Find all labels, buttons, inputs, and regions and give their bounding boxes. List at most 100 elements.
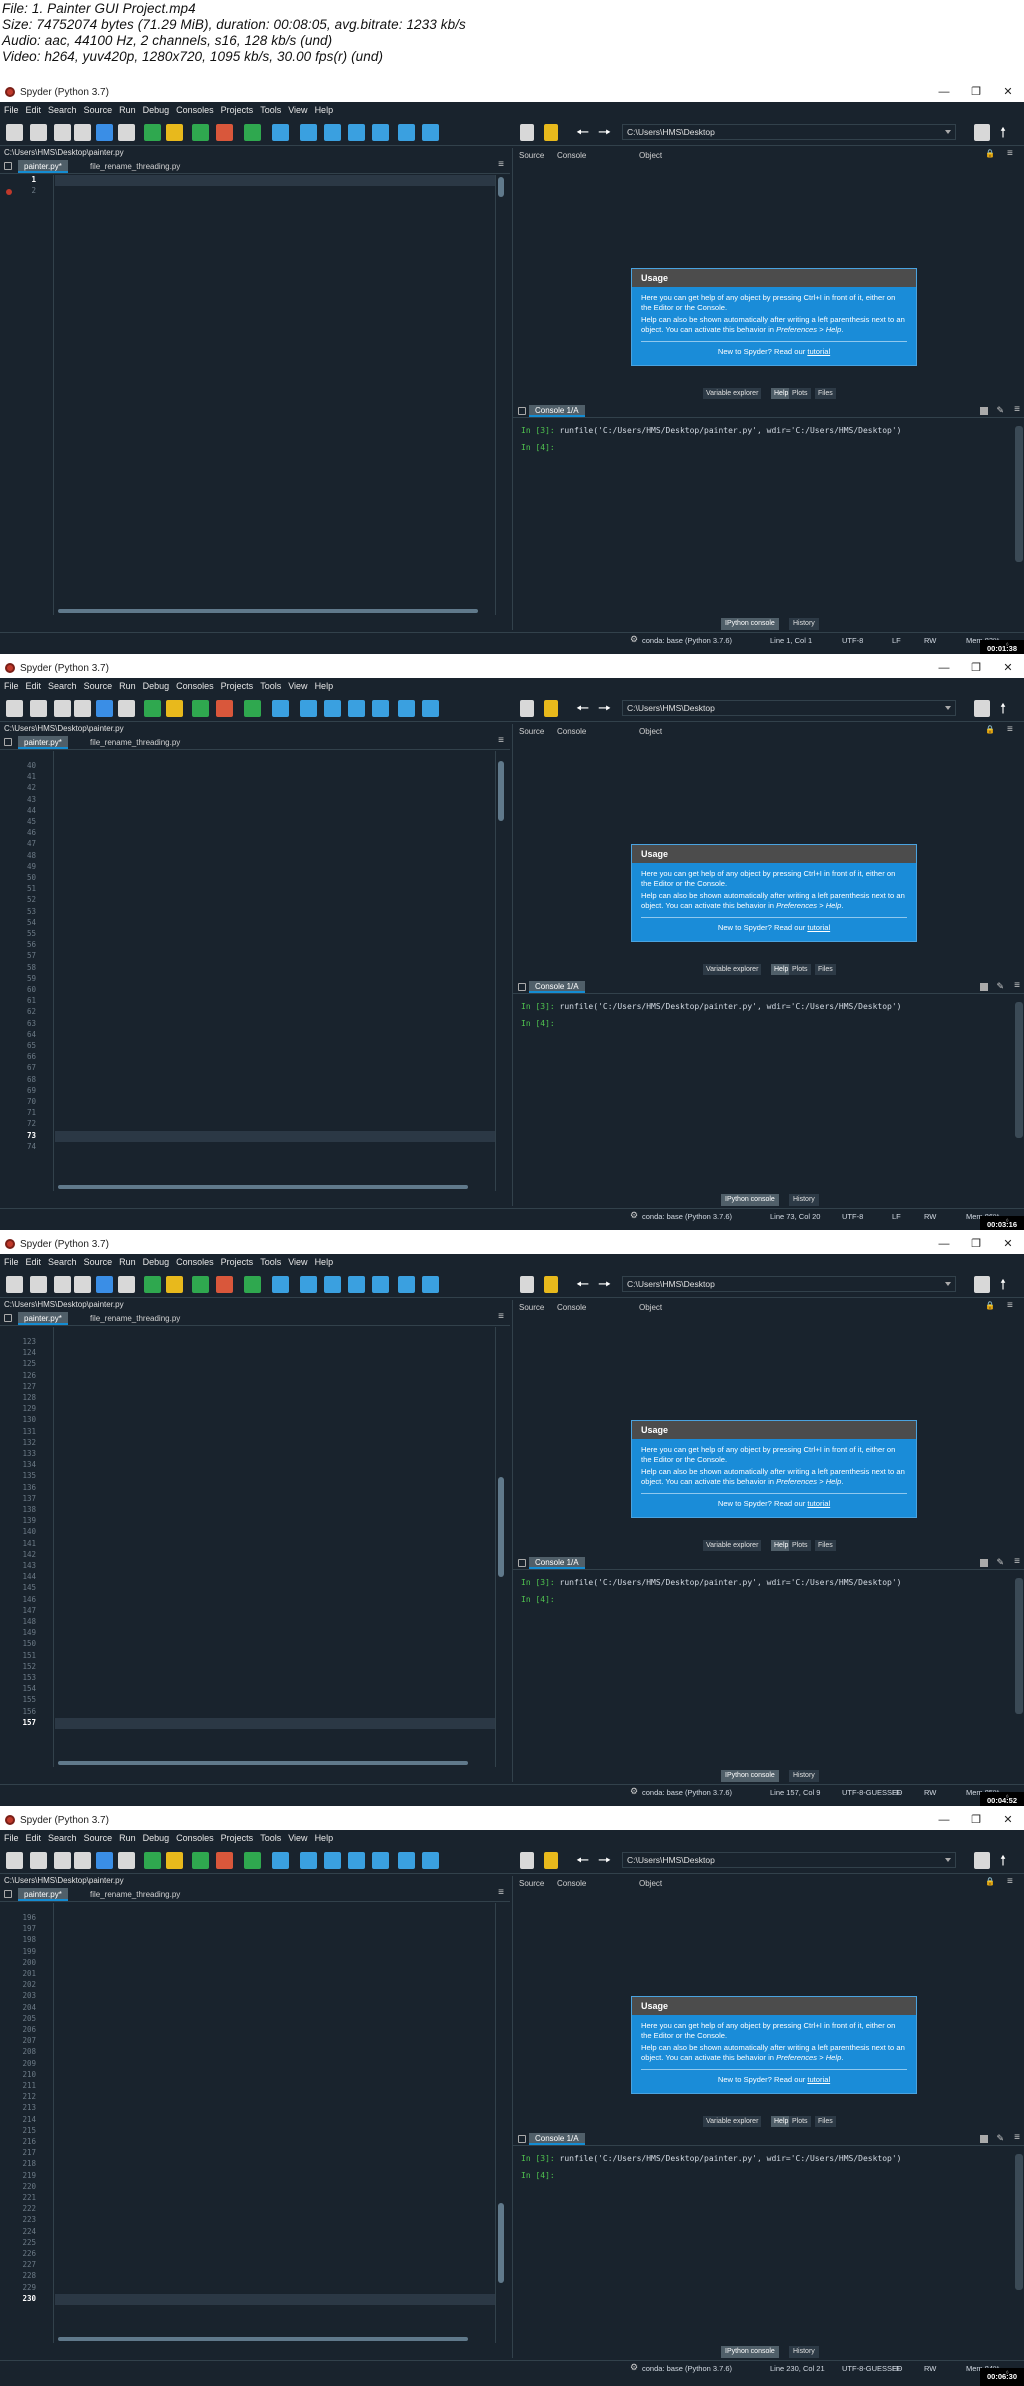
toolbar-button[interactable] xyxy=(30,1852,47,1869)
toolbar-button[interactable] xyxy=(398,1852,415,1869)
help-options-icon[interactable]: ≡ xyxy=(1007,148,1013,159)
menu-run[interactable]: Run xyxy=(119,1257,136,1267)
toolbar-button[interactable] xyxy=(74,1852,91,1869)
menu-file[interactable]: File xyxy=(4,1257,19,1267)
tab-ipython-console[interactable]: IPython console xyxy=(721,1194,779,1206)
forward-arrow-icon[interactable]: 🠖 xyxy=(598,700,615,717)
menu-help[interactable]: Help xyxy=(315,681,334,691)
toolbar-button[interactable] xyxy=(144,124,161,141)
menu-source[interactable]: Source xyxy=(84,1833,113,1843)
menu-source[interactable]: Source xyxy=(84,105,113,115)
browse-tabs-icon[interactable] xyxy=(518,2135,526,2143)
toolbar-button[interactable] xyxy=(348,700,365,717)
console-options-icon[interactable]: ≡ xyxy=(1014,1556,1020,1567)
python-path-icon[interactable] xyxy=(544,124,558,141)
console-options-icon[interactable]: ≡ xyxy=(1014,980,1020,991)
toolbar-button[interactable] xyxy=(272,1276,289,1293)
toolbar-button[interactable] xyxy=(74,124,91,141)
menu-run[interactable]: Run xyxy=(119,105,136,115)
editor-vertical-scrollbar[interactable] xyxy=(495,1327,505,1767)
menu-projects[interactable]: Projects xyxy=(221,681,254,691)
tab-plots[interactable]: Plots xyxy=(789,964,811,975)
console-scrollbar[interactable] xyxy=(1015,1002,1023,1138)
lock-icon[interactable]: 🔒 xyxy=(985,1877,995,1886)
python-path-icon[interactable] xyxy=(544,1276,558,1293)
wrench-icon[interactable] xyxy=(520,700,534,717)
console-line-2[interactable]: In [4]: xyxy=(521,1595,555,1604)
maximize-icon[interactable]: ❐ xyxy=(960,82,992,102)
toolbar-button[interactable] xyxy=(422,700,439,717)
menu-debug[interactable]: Debug xyxy=(143,1833,170,1843)
close-icon[interactable]: ✕ xyxy=(992,658,1024,678)
tutorial-link[interactable]: tutorial xyxy=(807,347,830,356)
tab-variable-explorer[interactable]: Variable explorer xyxy=(703,1540,762,1551)
toolbar-button[interactable] xyxy=(96,700,113,717)
editor-horizontal-scrollbar[interactable] xyxy=(54,2335,495,2343)
toolbar-button[interactable] xyxy=(348,124,365,141)
menu-tools[interactable]: Tools xyxy=(260,1833,281,1843)
tab-file-rename-threading[interactable]: file_rename_threading.py xyxy=(84,1312,186,1325)
toolbar-button[interactable] xyxy=(30,124,47,141)
up-arrow-icon[interactable]: 🠕 xyxy=(1000,1852,1017,1869)
tab-files[interactable]: Files xyxy=(815,2116,836,2127)
code-editor[interactable]: 40 41 42 43 44 45 46 47 48 49 50 51 52 53 54 55 56 57 58 59… xyxy=(0,751,505,1191)
console-scrollbar[interactable] xyxy=(1015,426,1023,562)
edit-icon[interactable]: ✎ xyxy=(996,405,1004,416)
tab-console-1a[interactable]: Console 1/A xyxy=(529,981,585,993)
toolbar-button[interactable] xyxy=(272,1852,289,1869)
menu-projects[interactable]: Projects xyxy=(221,105,254,115)
toolbar-button[interactable] xyxy=(324,124,341,141)
options-menu-icon[interactable]: ≡ xyxy=(498,1887,504,1898)
tab-variable-explorer[interactable]: Variable explorer xyxy=(703,964,762,975)
toolbar-button[interactable] xyxy=(192,1852,209,1869)
toolbar-button[interactable] xyxy=(54,1852,71,1869)
close-icon[interactable]: ✕ xyxy=(992,1234,1024,1254)
toolbar-button[interactable] xyxy=(422,1276,439,1293)
toolbar-button[interactable] xyxy=(372,1852,389,1869)
maximize-icon[interactable]: ❐ xyxy=(960,1810,992,1830)
tab-files[interactable]: Files xyxy=(815,1540,836,1551)
toolbar-button[interactable] xyxy=(300,1852,317,1869)
menu-edit[interactable]: Edit xyxy=(26,1833,42,1843)
tab-file-rename-threading[interactable]: file_rename_threading.py xyxy=(84,1888,186,1901)
toolbar-button[interactable] xyxy=(422,1852,439,1869)
lock-icon[interactable]: 🔒 xyxy=(985,725,995,734)
toolbar-button[interactable] xyxy=(398,1276,415,1293)
options-menu-icon[interactable]: ≡ xyxy=(498,159,504,170)
toolbar-button[interactable] xyxy=(118,1852,135,1869)
menu-view[interactable]: View xyxy=(288,105,307,115)
toolbar-button[interactable] xyxy=(192,1276,209,1293)
toolbar-button[interactable] xyxy=(348,1276,365,1293)
toolbar-button[interactable] xyxy=(166,1852,183,1869)
menu-run[interactable]: Run xyxy=(119,1833,136,1843)
lock-icon[interactable]: 🔒 xyxy=(985,1301,995,1310)
edit-icon[interactable]: ✎ xyxy=(996,2133,1004,2144)
tab-ipython-console[interactable]: IPython console xyxy=(721,618,779,630)
minimize-icon[interactable]: — xyxy=(928,1234,960,1254)
editor-horizontal-scrollbar[interactable] xyxy=(54,607,495,615)
minimize-icon[interactable]: — xyxy=(928,82,960,102)
tutorial-link[interactable]: tutorial xyxy=(807,1499,830,1508)
tab-plots[interactable]: Plots xyxy=(789,388,811,399)
browse-tabs-icon[interactable] xyxy=(4,162,12,170)
python-path-icon[interactable] xyxy=(544,700,558,717)
menu-source[interactable]: Source xyxy=(84,1257,113,1267)
toolbar-button[interactable] xyxy=(300,124,317,141)
tab-console-1a[interactable]: Console 1/A xyxy=(529,2133,585,2145)
toolbar-button[interactable] xyxy=(30,700,47,717)
editor-vertical-scrollbar[interactable] xyxy=(495,175,505,615)
forward-arrow-icon[interactable]: 🠖 xyxy=(598,124,615,141)
console-options-icon[interactable]: ≡ xyxy=(1014,404,1020,415)
toolbar-button[interactable] xyxy=(118,1276,135,1293)
toolbar-button[interactable] xyxy=(6,1852,23,1869)
tab-ipython-console[interactable]: IPython console xyxy=(721,1770,779,1782)
menu-view[interactable]: View xyxy=(288,1833,307,1843)
menu-projects[interactable]: Projects xyxy=(221,1257,254,1267)
toolbar-button[interactable] xyxy=(272,124,289,141)
toolbar-button[interactable] xyxy=(74,700,91,717)
folder-icon[interactable] xyxy=(974,124,990,141)
menu-help[interactable]: Help xyxy=(315,1257,334,1267)
edit-icon[interactable]: ✎ xyxy=(996,981,1004,992)
toolbar-button[interactable] xyxy=(144,1276,161,1293)
toolbar-button[interactable] xyxy=(118,124,135,141)
